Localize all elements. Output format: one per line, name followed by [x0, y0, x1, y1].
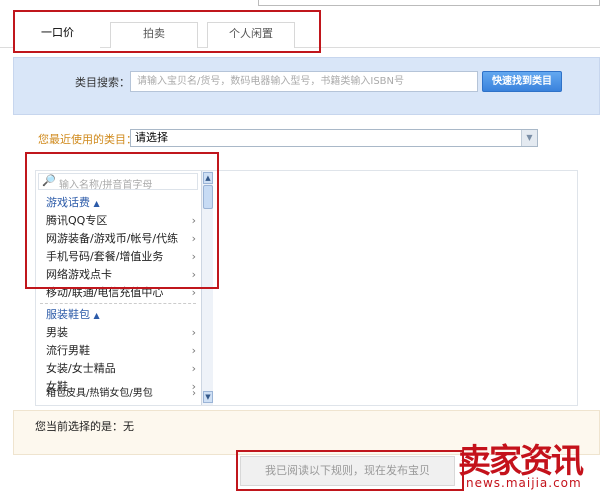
- watermark-logo: 卖家资讯: [458, 441, 584, 480]
- recent-category-select[interactable]: 请选择 ▼: [130, 129, 538, 147]
- highlight-box-category-list: [25, 152, 219, 289]
- recent-category-value: 请选择: [135, 131, 168, 144]
- current-selection: 您当前选择的是：无: [35, 420, 134, 433]
- collapse-icon: ▲: [93, 311, 100, 320]
- highlight-box-publish: [236, 450, 464, 491]
- chevron-right-icon: ›: [191, 362, 196, 375]
- list-item[interactable]: 女装/女士精品 ›: [46, 360, 196, 378]
- group-title-apparel[interactable]: 服装鞋包 ▲: [46, 306, 196, 324]
- category-search-input[interactable]: 请输入宝贝名/货号，数码电器输入型号，书籍类输入ISBN号: [130, 71, 478, 92]
- top-field-edge: [258, 0, 600, 6]
- quick-find-category-button[interactable]: 快速找到类目: [482, 71, 562, 92]
- group-divider: [40, 303, 196, 304]
- chevron-right-icon: ›: [192, 388, 196, 399]
- chevron-down-icon[interactable]: ▼: [521, 130, 537, 146]
- highlight-box-tabs: [13, 10, 321, 53]
- subcategory-panel: [212, 170, 578, 406]
- watermark-url: news.maijia.com: [466, 476, 582, 490]
- list-item[interactable]: 箱包皮具/热销女包/男包 ›: [46, 385, 196, 403]
- list-item[interactable]: 男装 ›: [46, 324, 196, 342]
- scroll-down-icon: ▼: [203, 391, 213, 403]
- chevron-right-icon: ›: [191, 326, 196, 339]
- chevron-right-icon: ›: [191, 344, 196, 357]
- category-search-label: 类目搜索：: [75, 76, 130, 89]
- list-item[interactable]: 流行男鞋 ›: [46, 342, 196, 360]
- recent-category-label: 您最近使用的类目：: [38, 133, 137, 146]
